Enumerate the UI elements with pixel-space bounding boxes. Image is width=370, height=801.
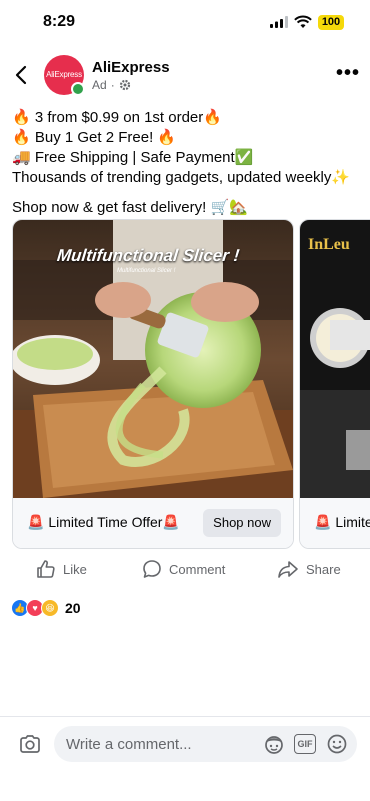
gear-icon: [119, 79, 130, 91]
share-icon: [278, 561, 298, 578]
sponsored-label: Ad: [92, 78, 107, 92]
reaction-count: 20: [65, 600, 81, 616]
clock: 8:29: [43, 13, 76, 30]
thumbs-up-icon: [37, 560, 55, 578]
image-title: Multifunctional Slicer !: [56, 246, 241, 265]
post-line: Thousands of trending gadgets, updated w…: [12, 169, 351, 186]
offer-label: 🚨 Limite: [314, 514, 370, 530]
online-indicator: [71, 82, 85, 96]
post-actions: Like Comment Share: [0, 553, 370, 585]
avatar-logo-text: AliExpress: [46, 70, 82, 79]
comment-bar: Write a comment... GIF: [0, 716, 370, 801]
product-image-second[interactable]: [300, 220, 370, 498]
status-bar: 8:29 100: [0, 0, 370, 48]
reaction-summary[interactable]: 👍 ♥ 😆 20: [11, 599, 81, 617]
avatar[interactable]: AliExpress: [44, 55, 85, 96]
wifi-icon: [294, 15, 312, 28]
image-title: InLeu: [308, 236, 350, 253]
share-button[interactable]: Share: [277, 559, 341, 579]
like-label: Like: [63, 561, 87, 577]
comment-input[interactable]: Write a comment... GIF: [54, 726, 357, 762]
page-name[interactable]: AliExpress: [92, 59, 170, 76]
post-header: AliExpress AliExpress Ad · •••: [0, 50, 370, 100]
card-footer: 🚨 Limite: [300, 498, 370, 548]
card-footer: 🚨 Limited Time Offer🚨 Shop now: [13, 498, 293, 548]
comment-button[interactable]: Comment: [142, 559, 225, 579]
post-line: 🔥 3 from $0.99 on 1st order🔥: [12, 109, 222, 126]
avatar-sticker-icon[interactable]: [263, 734, 285, 754]
comment-label: Comment: [169, 561, 226, 577]
offer-label: 🚨 Limited Time Offer🚨: [27, 514, 180, 530]
image-subtitle: Multifunctional Slicer !: [117, 268, 176, 274]
camera-icon[interactable]: [19, 734, 41, 754]
comment-icon: [143, 560, 161, 578]
back-arrow-icon[interactable]: [12, 63, 32, 87]
haha-reaction-icon: 😆: [41, 599, 59, 617]
more-options-icon[interactable]: •••: [336, 62, 360, 85]
shop-now-button[interactable]: Shop now: [203, 509, 281, 537]
post-line: 🚚 Free Shipping | Safe Payment✅: [12, 149, 254, 166]
post-line: Shop now & get fast delivery! 🛒🏡: [12, 199, 248, 216]
signal-icon: [270, 16, 288, 28]
post-line: 🔥 Buy 1 Get 2 Free! 🔥: [12, 129, 177, 146]
post-meta: Ad ·: [92, 78, 131, 92]
emoji-icon[interactable]: [326, 734, 348, 754]
post-body: 🔥 3 from $0.99 on 1st order🔥 🔥 Buy 1 Get…: [12, 108, 362, 218]
share-label: Share: [306, 561, 341, 577]
battery-icon: 100: [318, 15, 344, 30]
carousel-card[interactable]: Multifunctional Slicer ! Multifunctional…: [12, 219, 294, 549]
like-button[interactable]: Like: [36, 559, 87, 579]
product-carousel[interactable]: Multifunctional Slicer ! Multifunctional…: [12, 219, 370, 549]
comment-placeholder: Write a comment...: [66, 736, 192, 753]
carousel-card[interactable]: InLeu 🚨 Limite: [299, 219, 370, 549]
gif-icon[interactable]: GIF: [294, 734, 316, 754]
